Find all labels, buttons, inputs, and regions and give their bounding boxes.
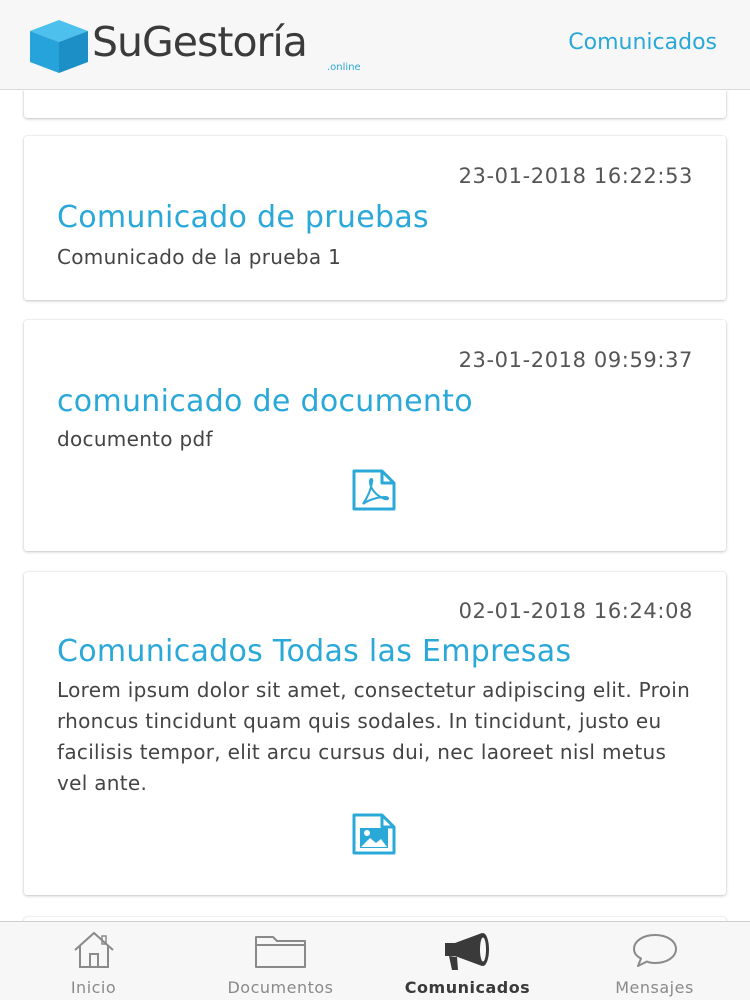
cube-logo-icon (30, 20, 88, 73)
comunicado-date: 23-01-2018 16:22:53 (458, 164, 693, 188)
megaphone-icon (444, 933, 489, 970)
logo-subtext: .online (327, 62, 361, 73)
list-item[interactable]: 23-01-2018 16:22:53 Comunicado de prueba… (24, 136, 726, 300)
home-icon (73, 931, 114, 968)
tab-mensajes[interactable]: Mensajes (561, 922, 748, 1000)
logo-text: SuGestoría (92, 18, 308, 66)
tab-documentos[interactable]: Documentos (187, 922, 374, 1000)
app-header: SuGestoría .online Comunicados (0, 0, 750, 90)
comunicado-body: documento pdf (57, 427, 213, 451)
tab-label: Documentos (227, 978, 334, 997)
page-title: Comunicados (568, 30, 717, 55)
folder-icon (254, 936, 306, 968)
comunicado-title: comunicado de documento (57, 384, 473, 419)
comunicados-list[interactable]: 23-01-2018 16:22:53 Comunicado de prueba… (0, 91, 750, 921)
comunicado-body: Lorem ipsum dolor sit amet, consectetur … (57, 678, 691, 795)
pdf-file-icon[interactable] (351, 468, 397, 512)
tab-label: Inicio (70, 978, 117, 997)
chat-bubble-icon (632, 934, 677, 967)
tab-label: Mensajes (615, 978, 694, 997)
comunicado-body: Comunicado de la prueba 1 (57, 245, 342, 269)
tab-inicio[interactable]: Inicio (0, 922, 187, 1000)
list-item[interactable]: 02-01-2018 16:24:08 Comunicados Todas la… (24, 572, 726, 895)
comunicado-title: Comunicados Todas las Empresas (57, 634, 572, 669)
tab-label: Comunicados (404, 978, 531, 997)
bottom-tab-bar: Inicio Documentos Comunicados Mensajes (0, 921, 750, 1000)
comunicado-date: 02-01-2018 16:24:08 (458, 599, 693, 623)
comunicado-date: 23-01-2018 09:59:37 (458, 348, 693, 372)
image-file-icon[interactable] (351, 812, 397, 856)
list-item[interactable] (24, 91, 726, 118)
tab-comunicados[interactable]: Comunicados (374, 922, 561, 1000)
comunicado-title: Comunicado de pruebas (57, 200, 429, 235)
list-item[interactable]: 23-01-2018 09:59:37 comunicado de docume… (24, 320, 726, 551)
